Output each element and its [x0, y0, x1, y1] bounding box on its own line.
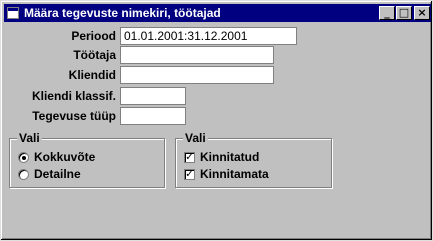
- window-icon[interactable]: [7, 7, 19, 19]
- radio-detailne-label: Detailne: [34, 167, 81, 181]
- radio-kokkuvote-label: Kokkuvõte: [34, 150, 96, 164]
- employee-field[interactable]: [120, 46, 274, 64]
- maximize-button[interactable]: □: [396, 6, 412, 20]
- clients-label: Kliendid: [68, 68, 116, 82]
- summary-type-group: Vali Kokkuvõte Detailne: [9, 131, 165, 188]
- checkbox-kinnitatud-label: Kinnitatud: [200, 150, 260, 164]
- clients-field[interactable]: [120, 66, 274, 84]
- status-group: Vali ✓ Kinnitatud ✓ Kinnitamata: [175, 131, 332, 188]
- employee-label: Töötaja: [73, 48, 116, 62]
- client-class-label: Kliendi klassif.: [31, 89, 116, 103]
- client-class-field[interactable]: [120, 87, 186, 105]
- activity-type-field[interactable]: [120, 107, 186, 125]
- radio-empty-icon[interactable]: [18, 168, 29, 180]
- radio-selected-icon[interactable]: [18, 151, 29, 163]
- checkbox-kinnitatud[interactable]: ✓ Kinnitatud: [184, 149, 259, 165]
- status-group-title: Vali: [183, 131, 208, 145]
- title-bar[interactable]: Määra tegevuste nimekiri, töötajad _ □ ×: [4, 4, 431, 22]
- activity-type-label: Tegevuse tüüp: [32, 109, 116, 123]
- window-title: Määra tegevuste nimekiri, töötajad: [24, 6, 221, 20]
- summary-type-group-title: Vali: [17, 131, 42, 145]
- period-label: Periood: [71, 29, 116, 43]
- radio-kokkuvote[interactable]: Kokkuvõte: [18, 149, 95, 165]
- dialog-window: Määra tegevuste nimekiri, töötajad _ □ ×…: [0, 0, 433, 241]
- checkmark-icon[interactable]: ✓: [184, 151, 195, 163]
- checkmark-icon[interactable]: ✓: [184, 168, 195, 180]
- checkbox-kinnitamata[interactable]: ✓ Kinnitamata: [184, 166, 269, 182]
- checkbox-kinnitamata-label: Kinnitamata: [200, 167, 269, 181]
- minimize-button[interactable]: _: [379, 6, 395, 20]
- close-button[interactable]: ×: [414, 6, 430, 20]
- radio-detailne[interactable]: Detailne: [18, 166, 81, 182]
- period-field[interactable]: 01.01.2001:31.12.2001: [120, 27, 297, 45]
